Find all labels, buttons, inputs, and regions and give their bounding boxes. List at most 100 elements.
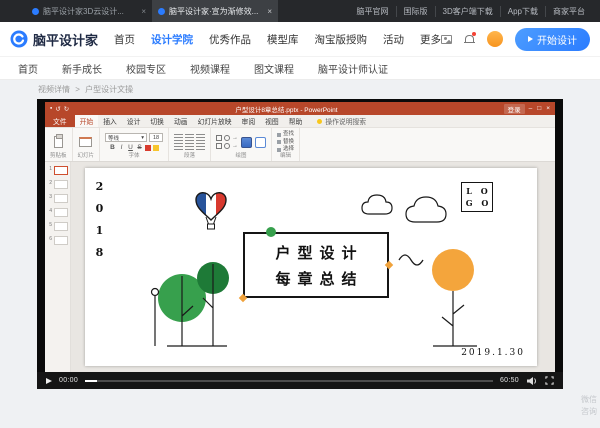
ribbon-group-slides: 幻灯片 [73,128,101,161]
site-header: 脑平设计家 首页 设计学院 优秀作品 模型库 淘宝版授购 活动 更多 开始设计 [0,22,600,56]
nav-design-academy[interactable]: 设计学院 [151,32,193,47]
subnav-video-courses[interactable]: 视频课程 [190,61,230,76]
close-icon[interactable]: × [267,7,272,16]
highlight-color-chip [153,145,159,151]
breadcrumb: 视频详情 > 户型设计文操 [0,80,600,99]
header-actions: 开始设计 [441,28,590,51]
gallery-icon[interactable] [441,35,452,44]
link-3d-client-download[interactable]: 3D客户端下载 [435,6,500,17]
green-trees [152,262,230,346]
ppt-tab-home: 开始 [75,115,99,127]
close-icon: × [546,105,550,112]
slide-year: 2018 [93,180,106,268]
arrow-shape-icon: → [232,143,238,149]
balloon-icon [196,188,226,229]
nav-more[interactable]: 更多 [420,32,441,47]
maximize-icon: □ [537,105,541,112]
fullscreen-icon[interactable] [545,376,554,385]
link-app-download[interactable]: App下载 [500,6,545,17]
user-avatar[interactable] [487,31,503,47]
site-favicon [158,8,165,15]
subnav-beginner-growth[interactable]: 新手成长 [62,61,102,76]
main-nav: 首页 设计学院 优秀作品 模型库 淘宝版授购 活动 更多 [114,32,441,47]
nav-events[interactable]: 活动 [383,32,404,47]
green-dot-accent [266,227,276,237]
play-button[interactable] [46,378,52,384]
shape-fill-icon [255,137,266,148]
bold-button: B [109,144,116,151]
font-name-select: 等线 ▾ [105,133,147,142]
video-player[interactable]: ▪ ↺ ↻ 户型设计8章总结.pptx - PowerPoint 登录 – □ … [37,99,563,389]
nav-home[interactable]: 首页 [114,32,135,47]
slide-logo-box: L O G O [461,182,493,212]
ppt-tab-view: 视图 [260,115,284,127]
quick-access-toolbar: ▪ ↺ ↻ [50,105,69,113]
clouds [362,195,446,222]
bell-icon [465,35,474,42]
minimize-icon: – [529,105,533,112]
shapes-gallery: → → [216,135,238,149]
subnav-article-courses[interactable]: 图文课程 [254,61,294,76]
volume-icon[interactable] [526,376,538,386]
bullet-list-icon [174,143,183,150]
play-icon [528,36,533,42]
italic-button: I [118,144,125,151]
numbered-list-icon [185,143,194,150]
browser-tab-bar: 脑平设计家3D云设计... × 脑平设计家·宣为渐修效... × 脑平官网 国际… [0,0,600,22]
new-slide-icon [79,137,92,147]
ppt-tab-insert: 插入 [98,115,122,127]
font-size-select: 18 [149,133,163,142]
ribbon-group-editing: 查找 替换 选择 编辑 [272,128,300,161]
slide-thumbnail: 6 [47,236,68,245]
ppt-tab-animations: 动画 [169,115,193,127]
ppt-tab-design: 设计 [122,115,146,127]
subnav-designer-certification[interactable]: 脑平设计师认证 [318,61,388,76]
align-center-icon [185,134,194,141]
tab-title: 脑平设计家3D云设计... [43,6,137,17]
site-favicon [32,8,39,15]
ppt-tab-file: 文件 [45,115,75,127]
justify-icon [196,143,205,150]
powerpoint-window: ▪ ↺ ↻ 户型设计8章总结.pptx - PowerPoint 登录 – □ … [45,102,555,372]
redo-icon: ↻ [64,105,69,113]
orange-tree [432,249,477,346]
breadcrumb-section[interactable]: 视频详情 [38,85,70,94]
link-official-site[interactable]: 脑平官网 [350,6,396,17]
ppt-window-title: 户型设计8章总结.pptx - PowerPoint [73,104,499,114]
start-design-button[interactable]: 开始设计 [515,28,590,51]
nav-model-library[interactable]: 模型库 [267,32,299,47]
subnav-campus-zone[interactable]: 校园专区 [126,61,166,76]
browser-tab-2[interactable]: 脑平设计家·宣为渐修效... × [152,0,278,22]
close-icon[interactable]: × [141,7,146,16]
duration: 60:50 [500,377,519,384]
link-merchant-platform[interactable]: 商家平台 [545,6,592,17]
ribbon-group-paragraph: 段落 [169,128,211,161]
ppt-window-buttons: – □ × [529,105,550,112]
topbar-quick-links: 脑平官网 国际版 3D客户端下载 App下载 商家平台 [350,0,600,22]
floating-widget[interactable]: 微信 咨询 [581,394,597,418]
arrow-shape-icon: → [232,135,238,141]
nav-best-works[interactable]: 优秀作品 [209,32,251,47]
progress-bar[interactable] [85,380,493,382]
brand[interactable]: 脑平设计家 [10,30,98,49]
replace-icon [277,140,281,144]
subnav-home[interactable]: 首页 [18,61,38,76]
ppt-ribbon: 剪贴板 幻灯片 等线 ▾ 18 [45,128,555,162]
slide-canvas: 2018 户型设计 每章总结 L O G O 2019.1.30 [71,162,555,372]
current-time: 00:00 [59,377,78,384]
slide-thumbnail: 4 [47,208,68,217]
nav-taobao[interactable]: 淘宝版授购 [315,32,368,47]
notification-bell-icon[interactable] [464,34,475,44]
link-international[interactable]: 国际版 [396,6,435,17]
font-color-chip [145,145,151,151]
slide-title-box: 户型设计 每章总结 [243,232,389,298]
slide-heading-1: 户型设计 [275,242,363,263]
slide-thumbnail: 5 [47,222,68,231]
rectangle-shape-icon [216,143,222,149]
browser-tab-1[interactable]: 脑平设计家3D云设计... × [26,0,152,22]
ellipse-shape-icon [224,135,230,141]
brand-logo-icon [10,30,28,48]
breadcrumb-separator: > [75,85,80,94]
slide-heading-2: 每章总结 [275,268,363,289]
quick-styles-icon [241,137,252,148]
